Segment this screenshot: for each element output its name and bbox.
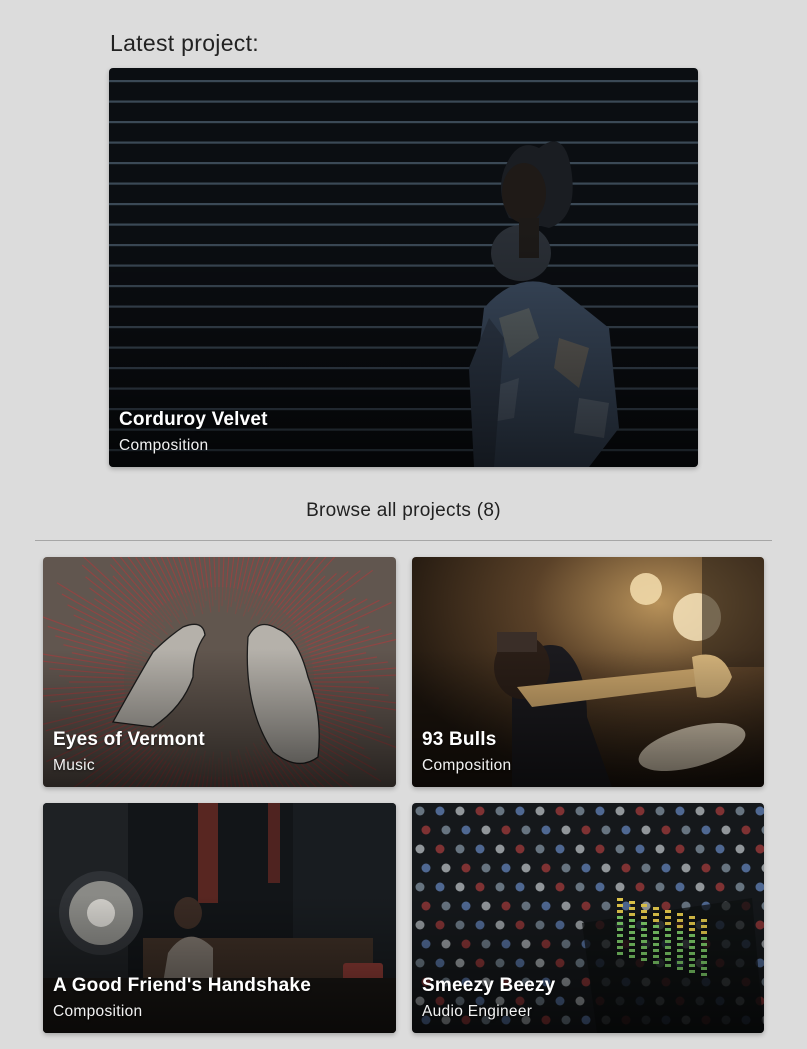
project-card[interactable]: A Good Friend's Handshake Composition: [43, 803, 396, 1033]
browse-all-projects-link[interactable]: Browse all projects (8): [0, 500, 807, 522]
project-card-title: 93 Bulls: [422, 729, 497, 750]
featured-project-category: Composition: [119, 437, 209, 454]
project-card-category: Composition: [422, 757, 512, 774]
project-card[interactable]: Eyes of Vermont Music: [43, 557, 396, 787]
featured-project-overlay: [109, 227, 698, 467]
project-card-title: Eyes of Vermont: [53, 729, 205, 750]
featured-project-title: Corduroy Velvet: [119, 409, 268, 430]
project-card-category: Music: [53, 757, 95, 774]
project-card[interactable]: 93 Bulls Composition: [412, 557, 764, 787]
project-card-title: A Good Friend's Handshake: [53, 975, 311, 996]
project-card-category: Composition: [53, 1003, 143, 1020]
latest-project-heading: Latest project:: [110, 30, 259, 56]
section-divider: [35, 540, 772, 541]
project-card-overlay: [43, 649, 396, 787]
project-card-category: Audio Engineer: [422, 1003, 533, 1020]
project-card-title: Smeezy Beezy: [422, 975, 556, 996]
featured-project-card[interactable]: Corduroy Velvet Composition: [109, 68, 698, 467]
project-card[interactable]: Smeezy Beezy Audio Engineer: [412, 803, 764, 1033]
